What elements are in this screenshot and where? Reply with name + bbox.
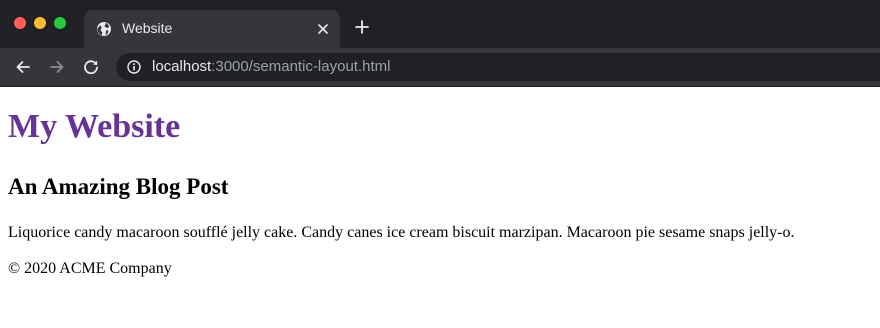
new-tab-icon[interactable] [354,19,370,35]
url-host: localhost [152,58,212,75]
tab-website[interactable]: Website [84,10,340,48]
tab-title: Website [122,20,173,36]
maximize-window-button[interactable] [54,17,66,29]
back-arrow-icon[interactable] [14,58,32,76]
page-content: My Website An Amazing Blog Post Liquoric… [0,87,880,328]
close-tab-icon[interactable] [316,22,330,36]
post-title: An Amazing Blog Post [8,174,229,199]
site-title: My Website [8,108,181,145]
tab-strip: Website [0,0,880,48]
forward-arrow-icon[interactable] [48,58,66,76]
info-icon[interactable] [127,60,141,74]
close-window-button[interactable] [14,17,26,29]
minimize-window-button[interactable] [34,17,46,29]
globe-icon [97,22,111,36]
address-bar[interactable]: localhost:3000/semantic-layout.html [116,53,880,81]
footer-copyright: © 2020 ACME Company [8,260,172,277]
post-body: Liquorice candy macaroon soufflé jelly c… [8,224,795,241]
url-path: :3000/semantic-layout.html [211,58,391,75]
reload-icon[interactable] [82,58,100,76]
browser-window: Website localhost:3000/semantic-layout.h… [0,0,880,328]
browser-toolbar: localhost:3000/semantic-layout.html [0,48,880,87]
address-url[interactable]: localhost:3000/semantic-layout.html [152,58,390,75]
